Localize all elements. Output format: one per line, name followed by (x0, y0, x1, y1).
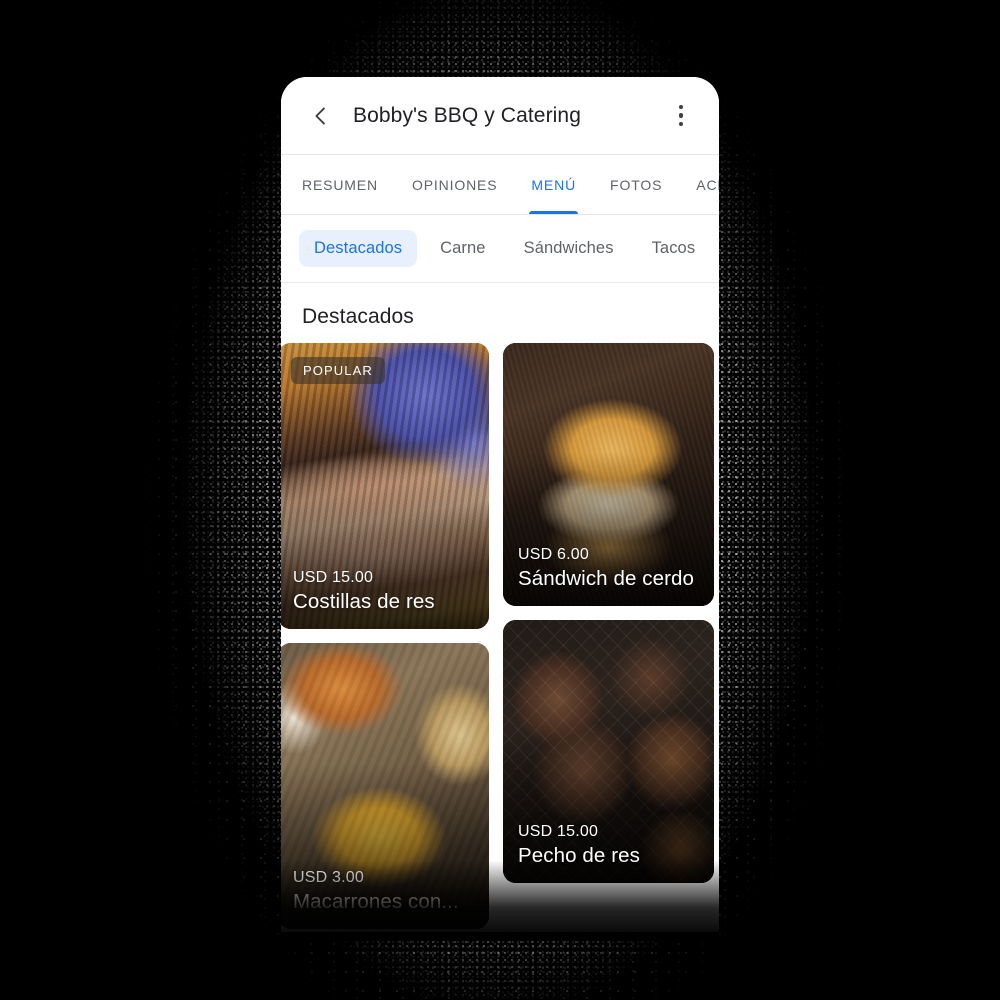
grid-column-left: POPULAR USD 15.00 Costillas de res USD 3… (281, 343, 489, 929)
tab-acerca[interactable]: ACERC (696, 155, 719, 214)
item-name: Sándwich de cerdo (518, 567, 695, 591)
more-vert-dot (678, 113, 684, 118)
menu-category-chip-bar[interactable]: Destacados Carne Sándwiches Tacos (281, 215, 719, 283)
phone-screen: Bobby's BBQ y Catering RESUMEN OPINIONES… (281, 77, 719, 932)
menu-item-card[interactable]: USD 15.00 Pecho de res (503, 620, 714, 883)
chevron-left-icon (315, 107, 325, 124)
tab-menu[interactable]: MENÚ (529, 155, 593, 214)
back-button[interactable] (297, 92, 345, 140)
item-name: Pecho de res (518, 844, 640, 868)
item-price: USD 15.00 (293, 569, 374, 587)
tab-fotos[interactable]: FOTOS (610, 155, 679, 214)
card-text-block: USD 6.00 Sándwich de cerdo (518, 545, 702, 593)
item-price: USD 6.00 (518, 546, 589, 564)
menu-item-card[interactable]: USD 3.00 Macarrones con... (281, 643, 489, 929)
item-price: USD 3.00 (293, 869, 364, 887)
item-price: USD 15.00 (518, 823, 599, 841)
section-heading: Destacados (281, 283, 719, 343)
menu-item-card[interactable]: USD 6.00 Sándwich de cerdo (503, 343, 714, 606)
menu-item-grid: POPULAR USD 15.00 Costillas de res USD 3… (281, 343, 719, 929)
popular-badge: POPULAR (291, 357, 385, 384)
tab-resumen[interactable]: RESUMEN (302, 155, 395, 214)
overflow-menu-button[interactable] (657, 92, 705, 140)
item-name: Macarrones con... (293, 890, 459, 914)
item-name: Costillas de res (293, 590, 435, 614)
more-vert-dot (678, 121, 684, 127)
chip-sandwiches[interactable]: Sándwiches (509, 230, 629, 267)
more-vert-dot (678, 104, 684, 110)
backdrop: Bobby's BBQ y Catering RESUMEN OPINIONES… (0, 0, 1000, 1000)
more-vert-icon (678, 104, 684, 127)
card-text-block: USD 3.00 Macarrones con... (293, 868, 477, 916)
card-text-block: USD 15.00 Costillas de res (293, 568, 477, 616)
menu-item-card[interactable]: POPULAR USD 15.00 Costillas de res (281, 343, 489, 629)
primary-tab-bar[interactable]: RESUMEN OPINIONES MENÚ FOTOS ACERC (281, 155, 719, 215)
page-title: Bobby's BBQ y Catering (353, 103, 581, 127)
app-bar: Bobby's BBQ y Catering (281, 77, 719, 155)
chip-destacados[interactable]: Destacados (299, 230, 418, 267)
chip-tacos[interactable]: Tacos (637, 230, 711, 267)
chip-carne[interactable]: Carne (425, 230, 500, 267)
card-text-block: USD 15.00 Pecho de res (518, 822, 702, 870)
tab-opiniones[interactable]: OPINIONES (412, 155, 514, 214)
grid-column-right: USD 6.00 Sándwich de cerdo USD 15.00 Pec… (503, 343, 714, 929)
